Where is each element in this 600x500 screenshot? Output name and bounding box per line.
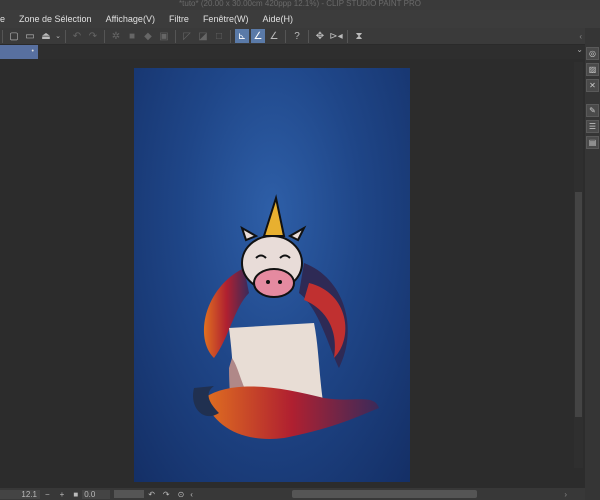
canvas-artwork[interactable]: [134, 68, 410, 482]
tab-menu-icon[interactable]: ⌄: [576, 45, 583, 54]
window-title: *tuto* (20.00 x 30.00cm 420ppp 12.1%) - …: [0, 0, 600, 10]
zoom-value[interactable]: 12.1: [0, 489, 40, 499]
snap-special-ruler-icon[interactable]: ∠: [251, 29, 265, 43]
rotate-left-icon[interactable]: ↶: [144, 490, 159, 499]
copy-icon[interactable]: ■: [125, 29, 139, 43]
scroll-right-icon[interactable]: ›: [564, 490, 567, 499]
status-bar: 12.1 − + ■ 0.0 ↶ ↷ ⊙ ‹ ›: [0, 488, 585, 500]
subview-icon[interactable]: ▨: [586, 63, 599, 76]
menu-bar: e Zone de Sélection Affichage(V) Filtre …: [0, 10, 600, 28]
material-icon[interactable]: ✕: [586, 79, 599, 92]
open-folder-icon[interactable]: ▭: [23, 29, 37, 43]
zoom-out-button[interactable]: −: [40, 490, 55, 499]
undo-icon[interactable]: ↶: [70, 29, 84, 43]
vertical-scroll-thumb[interactable]: [575, 192, 582, 417]
layer-property-icon[interactable]: ☰: [586, 120, 599, 133]
move-icon[interactable]: ✥: [313, 29, 327, 43]
tab-bar: • ⌄: [0, 45, 585, 59]
horizontal-scroll-thumb[interactable]: [292, 490, 477, 498]
unicorn-illustration: [193, 194, 379, 439]
menu-filter[interactable]: Filtre: [162, 14, 196, 24]
reset-rotation-icon[interactable]: ⊙: [174, 490, 189, 499]
tab-close-icon[interactable]: •: [32, 48, 34, 55]
dropdown-icon[interactable]: ⌄: [55, 29, 61, 43]
new-file-icon[interactable]: ▢: [7, 29, 21, 43]
deselect-icon[interactable]: ◸: [180, 29, 194, 43]
help-icon[interactable]: ?: [290, 29, 304, 43]
right-panel-strip: ◎ ▨ ✕ ✎ ☰ ▤: [585, 28, 600, 500]
hourglass-icon[interactable]: ⧗: [352, 29, 366, 43]
invert-selection-icon[interactable]: ◪: [196, 29, 210, 43]
save-icon[interactable]: ⏏: [39, 29, 53, 43]
redo-icon[interactable]: ↷: [86, 29, 100, 43]
tool-property-icon[interactable]: ✎: [586, 104, 599, 117]
rotation-value[interactable]: 0.0: [82, 489, 111, 499]
rotation-slider[interactable]: [114, 490, 145, 498]
vertical-scrollbar[interactable]: [574, 62, 583, 468]
rotate-right-icon[interactable]: ↷: [159, 490, 174, 499]
menu-window[interactable]: Fenêtre(W): [196, 14, 256, 24]
snap-grid-icon[interactable]: ∠: [267, 29, 281, 43]
zoom-in-button[interactable]: +: [55, 490, 70, 499]
clear-icon[interactable]: ✲: [109, 29, 123, 43]
layer-icon[interactable]: ▤: [586, 136, 599, 149]
flip-icon[interactable]: ⊳◂: [329, 29, 343, 43]
navigator-icon[interactable]: ◎: [586, 47, 599, 60]
menu-view[interactable]: Affichage(V): [99, 14, 162, 24]
canvas-tab[interactable]: •: [0, 45, 38, 59]
menu-edit[interactable]: e: [0, 14, 12, 24]
fill-icon[interactable]: ◆: [141, 29, 155, 43]
selection-border-icon[interactable]: □: [212, 29, 226, 43]
command-bar: ▢ ▭ ⏏ ⌄ ↶ ↷ ✲ ■ ◆ ▣ ◸ ◪ □ ⊾ ∠ ∠ ? ✥ ⊳◂ ⧗…: [0, 28, 585, 45]
flip-horizontal-icon[interactable]: ‹: [188, 490, 195, 499]
fit-icon[interactable]: ■: [69, 490, 82, 499]
menu-selection[interactable]: Zone de Sélection: [12, 14, 99, 24]
snap-ruler-icon[interactable]: ⊾: [235, 29, 249, 43]
transform-icon[interactable]: ▣: [157, 29, 171, 43]
menu-help[interactable]: Aide(H): [255, 14, 300, 24]
